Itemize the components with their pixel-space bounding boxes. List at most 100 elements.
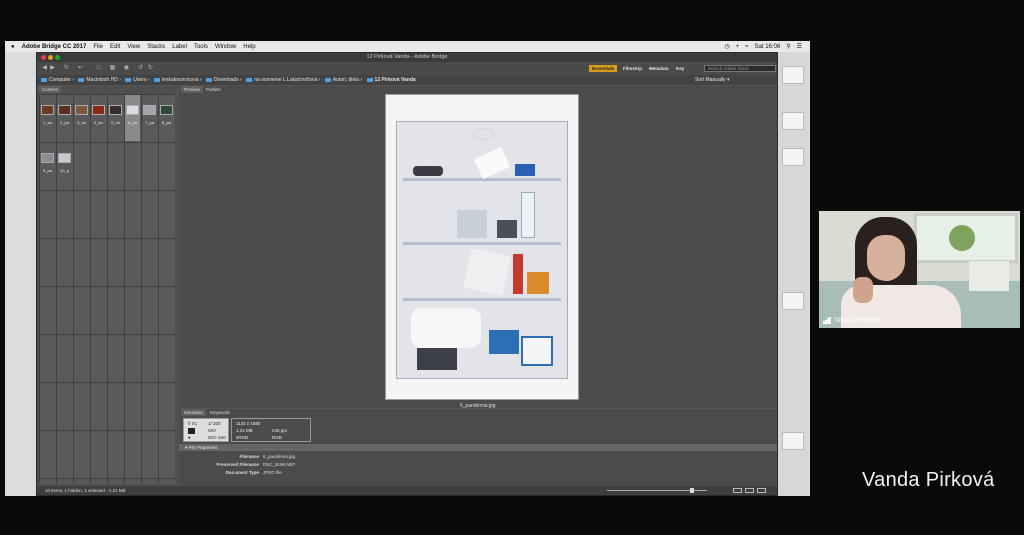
thumbnail-label: 6_pa [128,120,137,125]
thumbnail-item[interactable]: 10_p [57,143,72,189]
spotlight-icon[interactable]: ⚲ [786,43,790,50]
preview-area: 6_pandémia.jpg [182,94,774,409]
metadata-panel: Metadata Keywords f/ X1 1/ 200 ISO ● ISO… [179,409,777,486]
thumbnail-label: 2_pa [60,120,69,125]
rotate-right-icon[interactable]: ↻ [147,65,154,72]
open-camera-raw-icon[interactable]: ◉ [123,65,130,72]
wifi-icon[interactable]: ≈ [745,44,748,50]
thumbnail-item[interactable]: 7_pa [142,95,157,141]
breadcrumb-computer[interactable]: Computer › [41,77,74,83]
image-data-box: 1134 x 1680 1.21 MB 240 ppi sRGB RGB [231,418,311,442]
menu-edit[interactable]: Edit [110,44,120,50]
thumbnail-item[interactable]: 1_za [40,95,55,141]
view-grid-icon[interactable] [733,488,742,493]
participant-video: Vanda Pirková [819,211,1020,328]
folder-icon [324,77,331,82]
menu-window[interactable]: Window [215,44,236,50]
slider-knob[interactable] [690,488,694,493]
drive-icon [78,77,85,82]
breadcrumb-users[interactable]: Users › [125,77,149,83]
window-titlebar: 12 Pirková Vanda - Adobe Bridge [37,53,777,62]
folder-icon [125,77,132,82]
tab-publish[interactable]: Publish [203,86,224,93]
thumbnail-image [126,105,139,115]
prop-filename: Filename 6_pandémia.jpg [239,454,296,459]
zoom-window-icon[interactable] [55,55,60,60]
thumbnail-item[interactable]: 2_pa [57,95,72,141]
breadcrumb-autori[interactable]: Autori, diela › [324,77,362,83]
metadata-placard: f/ X1 1/ 200 ISO ● ISO: 640 1134 x 1680 … [183,418,315,442]
bridge-window: 12 Pirková Vanda - Adobe Bridge ◀ ▶ ↻ ↩ … [36,52,778,496]
status-bar: 10 items, 1 hidden, 1 selected - 1.21 MB [37,486,777,495]
thumbnail-item[interactable]: 9_pa [40,143,55,189]
forward-icon[interactable]: ▶ [49,65,56,72]
breadcrumb-current-folder[interactable]: 12 Pirková Vanda [366,77,416,83]
thumbnail-image [92,105,105,115]
clock-text[interactable]: Sat 16:08 [755,44,781,50]
thumbnail-label: 4_ku [94,120,103,125]
file-properties-header[interactable]: ▾ File Properties [179,444,777,451]
back-icon[interactable]: ◀ [41,65,48,72]
sort-dropdown[interactable]: Sort Manually ▾ [695,75,729,85]
workspace-filmstrip[interactable]: Filmstrip [620,65,645,72]
tab-content[interactable]: Content [39,86,61,93]
menu-file[interactable]: File [93,44,103,50]
thumbnail-item[interactable]: 3_ve [74,95,89,141]
workspace-key[interactable]: Key [673,65,687,72]
minimize-window-icon[interactable] [48,55,53,60]
thumbnail-image [58,105,71,115]
rotate-left-icon[interactable]: ↺ [137,65,144,72]
menu-tools[interactable]: Tools [194,44,208,50]
tab-preview[interactable]: Preview [181,86,204,93]
preview-image[interactable] [385,94,579,400]
folder-icon [246,77,253,82]
breadcrumb-macintosh-hd[interactable]: Macintosh HD › [78,77,121,83]
thumbnail-item[interactable]: 6_pa [125,95,140,141]
thumbnail-item[interactable]: 5_mi [108,95,123,141]
breadcrumb: Computer › Macintosh HD › Users › lenkak… [37,75,777,85]
recent-folder-icon[interactable]: ↻ [63,65,70,72]
thumbnail-item[interactable]: 4_ku [91,95,106,141]
breadcrumb-user-home[interactable]: lenkakocevicova › [153,77,202,83]
camera-import-icon[interactable]: □ [95,65,102,72]
list-icon[interactable]: ☰ [797,43,802,50]
plus-icon[interactable]: + [736,44,740,50]
folder-icon [205,77,212,82]
app-menu[interactable]: Adobe Bridge CC 2017 [22,44,87,50]
thumbnail-image [160,105,173,115]
status-text: 10 items, 1 hidden, 1 selected - 1.21 MB [45,488,126,493]
thumbnail-grid: 1_za 2_pa 3_ve 4_ku 5_mi 6_pa 7_pa 8_pa 9_pa 10_p [39,94,175,484]
thumbnail-image [41,105,54,115]
refine-icon[interactable]: ▦ [109,65,116,72]
return-icon[interactable]: ↩ [77,65,84,72]
prop-document-type: Document Type JPEG file [225,470,282,475]
workspace-essentials[interactable]: Essentials [589,65,618,72]
thumbnail-label: 8_pa [162,120,171,125]
tab-keywords[interactable]: Keywords [207,409,233,416]
search-input[interactable]: Search Adobe Stock [704,65,776,72]
signal-strength-icon [823,317,831,324]
menu-stacks[interactable]: Stacks [147,44,165,50]
thumbnail-label: 3_ve [77,120,86,125]
view-list-icon[interactable] [757,488,766,493]
thumbnail-label: 9_pa [43,168,52,173]
close-window-icon[interactable] [41,55,46,60]
thumbnail-item[interactable]: 8_pa [159,95,174,141]
tab-metadata[interactable]: Metadata [181,409,206,416]
thumbnail-label: 10_p [60,168,69,173]
breadcrumb-downloads[interactable]: Downloads › [205,77,242,83]
clock-menu-icon[interactable]: ◷ [724,43,729,50]
menu-help[interactable]: Help [243,44,255,50]
workspace-metadata[interactable]: Metadata [646,65,672,72]
desktop-thumbnail [782,148,804,166]
breadcrumb-ocenenie[interactable]: na ocenenie L.Lukačovičová › [246,77,320,83]
apple-icon[interactable]: ● [11,44,15,50]
thumbnail-label: 7_pa [145,120,154,125]
content-panel: Content 1_za 2_pa 3_ve 4_ku 5_mi 6_pa 7_pa 8_pa… [37,86,177,486]
menu-label[interactable]: Label [172,44,187,50]
thumbnail-image [143,105,156,115]
view-details-icon[interactable] [745,488,754,493]
folder-icon [366,77,373,82]
menu-view[interactable]: View [127,44,140,50]
computer-icon [41,77,47,82]
